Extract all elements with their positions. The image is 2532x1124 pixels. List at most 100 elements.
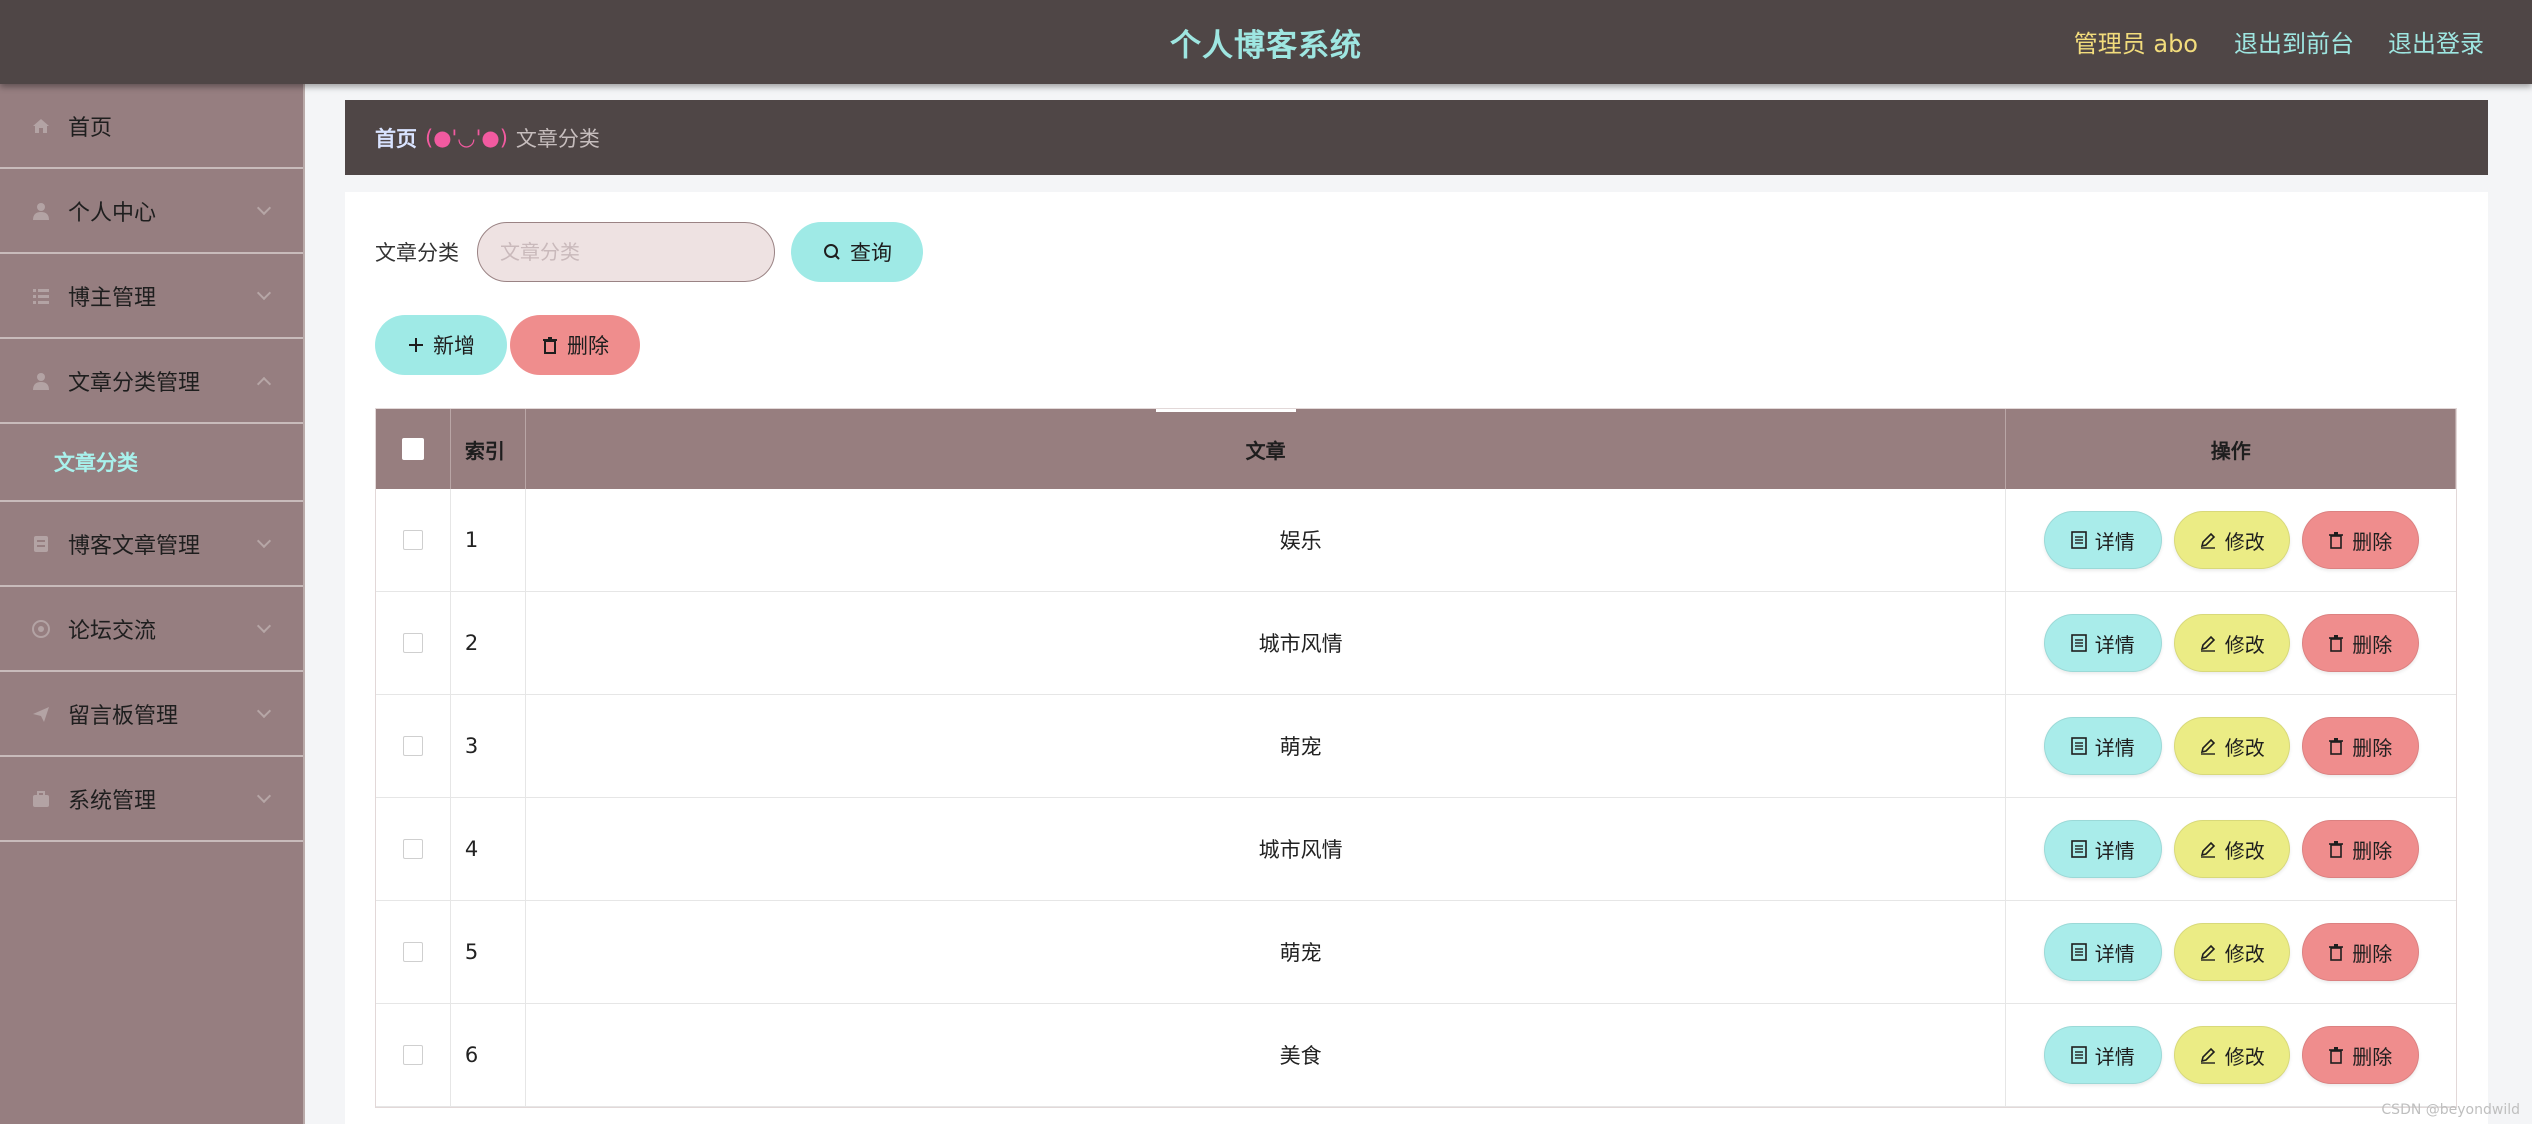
row-index: 6 [451, 1004, 526, 1106]
search-form: 文章分类 查询 [375, 222, 923, 282]
delete-button[interactable]: 删除 [2301, 717, 2419, 775]
row-checkbox-cell [376, 798, 451, 900]
edit-button[interactable]: 修改 [2173, 614, 2290, 672]
batch-delete-button[interactable]: 删除 [510, 315, 640, 375]
table-header: 索引 文章 操作 [376, 409, 2456, 489]
sidebar-item-home[interactable]: 首页 [0, 84, 303, 169]
row-operations: 详情 修改 删除 [2006, 1004, 2456, 1106]
row-article-category: 城市风情 [526, 592, 2007, 694]
pencil-icon [2199, 943, 2217, 961]
detail-button-label: 详情 [2094, 838, 2135, 863]
send-icon [30, 703, 52, 725]
detail-button[interactable]: 详情 [2043, 717, 2162, 775]
sidebar-item-blogger-management[interactable]: 博主管理 [0, 254, 303, 339]
row-checkbox[interactable] [402, 633, 423, 653]
row-index: 4 [451, 798, 526, 900]
edit-button[interactable]: 修改 [2173, 511, 2290, 569]
detail-button-label: 详情 [2094, 632, 2135, 657]
chevron-up-icon [256, 376, 272, 392]
add-button[interactable]: 新增 [375, 315, 507, 375]
document-icon [2070, 531, 2087, 549]
row-checkbox[interactable] [402, 530, 423, 550]
row-article-category: 娱乐 [526, 489, 2007, 591]
query-button[interactable]: 查询 [791, 222, 923, 282]
detail-button[interactable]: 详情 [2043, 820, 2162, 878]
plus-icon [407, 336, 425, 354]
detail-button[interactable]: 详情 [2043, 1026, 2162, 1084]
pencil-icon [2199, 634, 2217, 652]
sidebar-item-message-board[interactable]: 留言板管理 [0, 672, 303, 757]
row-checkbox-cell [376, 592, 451, 694]
delete-button[interactable]: 删除 [2301, 614, 2419, 672]
header-divider-mark [1156, 409, 1296, 412]
row-operations: 详情 修改 删除 [2006, 489, 2456, 591]
user-icon [30, 200, 52, 222]
row-checkbox-cell [376, 695, 451, 797]
pencil-icon [2199, 1046, 2217, 1064]
delete-button[interactable]: 删除 [2301, 1026, 2419, 1084]
trash-icon [541, 336, 559, 354]
trash-icon [2328, 1046, 2344, 1064]
header-select-all-cell [376, 409, 451, 489]
sidebar-item-blog-article-management[interactable]: 博客文章管理 [0, 502, 303, 587]
delete-button[interactable]: 删除 [2301, 923, 2419, 981]
edit-button[interactable]: 修改 [2173, 820, 2290, 878]
detail-button-label: 详情 [2094, 735, 2135, 760]
sidebar-item-personal-center[interactable]: 个人中心 [0, 169, 303, 254]
admin-label: 管理员 abo [2073, 30, 2198, 58]
top-bar: 个人博客系统 管理员 abo 退出到前台 退出登录 [0, 0, 2532, 84]
category-search-input[interactable] [477, 222, 775, 282]
search-label: 文章分类 [375, 241, 459, 265]
exit-to-front-link[interactable]: 退出到前台 [2234, 24, 2354, 59]
edit-button-label: 修改 [2224, 529, 2265, 554]
row-checkbox[interactable] [402, 942, 423, 962]
row-index: 2 [451, 592, 526, 694]
sidebar-item-label: 系统管理 [68, 788, 157, 814]
action-toolbar: 新增 删除 [375, 315, 640, 375]
detail-button[interactable]: 详情 [2043, 511, 2162, 569]
trash-icon [2328, 634, 2344, 652]
select-all-checkbox[interactable] [401, 438, 424, 460]
chevron-down-icon [256, 200, 272, 216]
edit-button[interactable]: 修改 [2173, 717, 2290, 775]
edit-button[interactable]: 修改 [2173, 1026, 2290, 1084]
header-index: 索引 [451, 409, 526, 489]
main-panel: 文章分类 查询 新增 删除 索引 文章 [345, 192, 2488, 1124]
row-article-category: 萌宠 [526, 695, 2007, 797]
chevron-down-icon [256, 285, 272, 301]
detail-button-label: 详情 [2094, 1044, 2135, 1069]
edit-button[interactable]: 修改 [2173, 923, 2290, 981]
breadcrumb-home[interactable]: 首页 [375, 123, 417, 153]
briefcase-icon [30, 788, 52, 810]
pencil-icon [2199, 531, 2217, 549]
sidebar-item-label: 博客文章管理 [68, 533, 201, 559]
row-operations: 详情 修改 删除 [2006, 901, 2456, 1003]
category-table: 索引 文章 操作 1 娱乐 详情 修改 删除 2 城市风情 详情 修改 删除 3 萌宠 详情 修改 删除 4 城… [375, 408, 2457, 1108]
table-row: 4 城市风情 详情 修改 删除 [376, 798, 2456, 901]
logout-link[interactable]: 退出登录 [2388, 24, 2484, 59]
document-icon [2070, 634, 2087, 652]
sidebar-item-system-management[interactable]: 系统管理 [0, 757, 303, 842]
edit-button-label: 修改 [2224, 941, 2265, 966]
delete-button[interactable]: 删除 [2301, 820, 2419, 878]
row-checkbox[interactable] [402, 839, 423, 859]
chat-icon [30, 618, 52, 640]
sidebar-subitem-label: 文章分类 [54, 451, 138, 475]
edit-button-label: 修改 [2224, 838, 2265, 863]
sidebar-item-category-management[interactable]: 文章分类管理 [0, 339, 303, 424]
table-body: 1 娱乐 详情 修改 删除 2 城市风情 详情 修改 删除 3 萌宠 详情 修改 删除 4 城市风情 详情 修改 删除… [376, 489, 2456, 1107]
sidebar-subitem-article-category[interactable]: 文章分类 [0, 424, 303, 502]
row-checkbox[interactable] [402, 736, 423, 756]
edit-button-label: 修改 [2224, 1044, 2265, 1069]
chevron-down-icon [256, 618, 272, 634]
row-checkbox-cell [376, 901, 451, 1003]
detail-button[interactable]: 详情 [2043, 614, 2162, 672]
row-article-category: 美食 [526, 1004, 2007, 1106]
row-index: 1 [451, 489, 526, 591]
detail-button[interactable]: 详情 [2043, 923, 2162, 981]
delete-button[interactable]: 删除 [2301, 511, 2419, 569]
sidebar-item-forum[interactable]: 论坛交流 [0, 587, 303, 672]
delete-button-label: 删除 [2352, 1044, 2393, 1069]
delete-button-label: 删除 [2352, 529, 2393, 554]
row-checkbox[interactable] [402, 1045, 423, 1065]
